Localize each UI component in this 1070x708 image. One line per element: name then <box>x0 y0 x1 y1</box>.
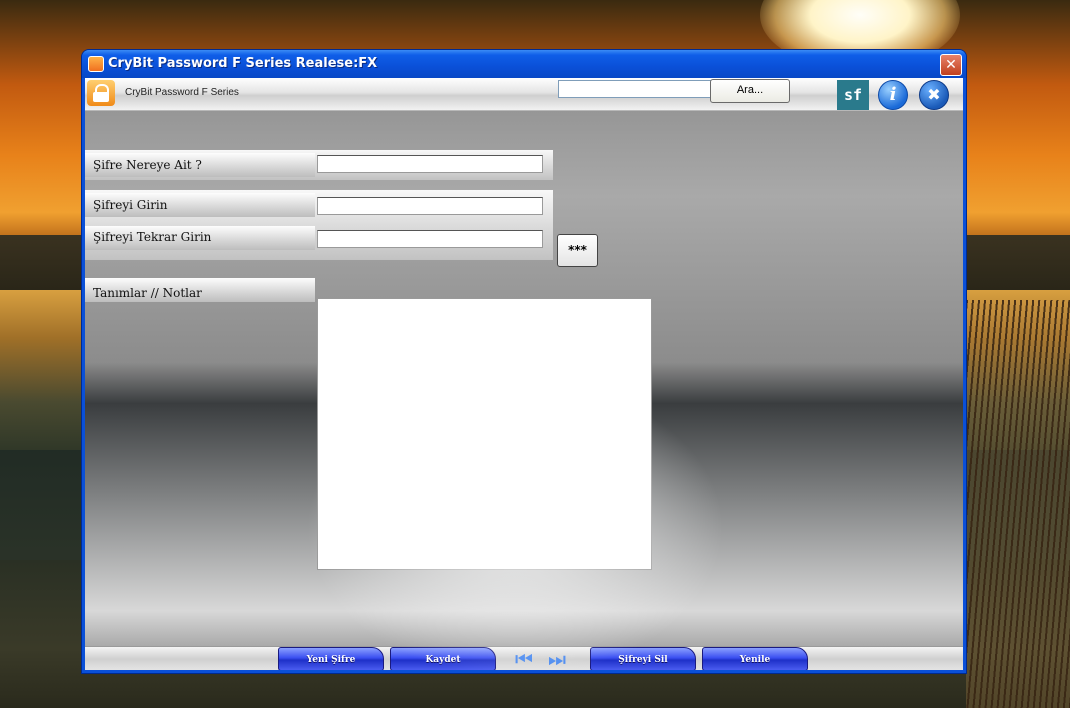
tools-icon[interactable]: ✖ <box>919 80 949 110</box>
search-input[interactable] <box>558 80 714 98</box>
info-icon[interactable]: i <box>878 80 908 110</box>
refresh-button[interactable]: Yenile <box>702 647 808 670</box>
site-label: Şifre Nereye Ait ? <box>93 158 202 172</box>
confirm-label: Şifreyi Tekrar Girin <box>93 230 212 244</box>
password-label: Şifreyi Girin <box>93 198 168 212</box>
client-area: CryBit Password F Series Ara... sf i ✖ Ş… <box>85 78 963 670</box>
close-button[interactable]: ✕ <box>940 54 962 76</box>
notes-label: Tanımlar // Notlar <box>93 286 202 300</box>
save-button[interactable]: Kaydet <box>390 647 496 670</box>
notes-textarea[interactable] <box>317 298 652 570</box>
app-name-label: CryBit Password F Series <box>125 87 239 98</box>
search-button[interactable]: Ara... <box>710 79 790 103</box>
first-record-icon[interactable]: ⏮ <box>513 648 535 670</box>
password-input[interactable] <box>317 197 543 215</box>
app-window: CryBit Password F Series Realese:FX ✕ Cr… <box>82 50 966 673</box>
app-title-icon <box>88 56 104 72</box>
lock-icon <box>87 80 115 106</box>
delete-password-button[interactable]: Şifreyi Sil <box>590 647 696 670</box>
sf-icon[interactable]: sf <box>837 80 869 110</box>
toolbar: CryBit Password F Series Ara... sf i ✖ <box>85 78 963 111</box>
confirm-input[interactable] <box>317 230 543 248</box>
last-record-icon[interactable]: ⏭ <box>546 648 568 670</box>
show-password-button[interactable]: *** <box>557 234 598 267</box>
desktop-reeds <box>966 300 1070 708</box>
bottom-bar: Yeni Şifre Kaydet ⏮ ⏭ Şifreyi Sil Yenile <box>85 646 963 670</box>
new-password-button[interactable]: Yeni Şifre <box>278 647 384 670</box>
site-input[interactable] <box>317 155 543 173</box>
window-title: CryBit Password F Series Realese:FX <box>108 56 378 71</box>
title-bar[interactable]: CryBit Password F Series Realese:FX ✕ <box>82 50 966 78</box>
